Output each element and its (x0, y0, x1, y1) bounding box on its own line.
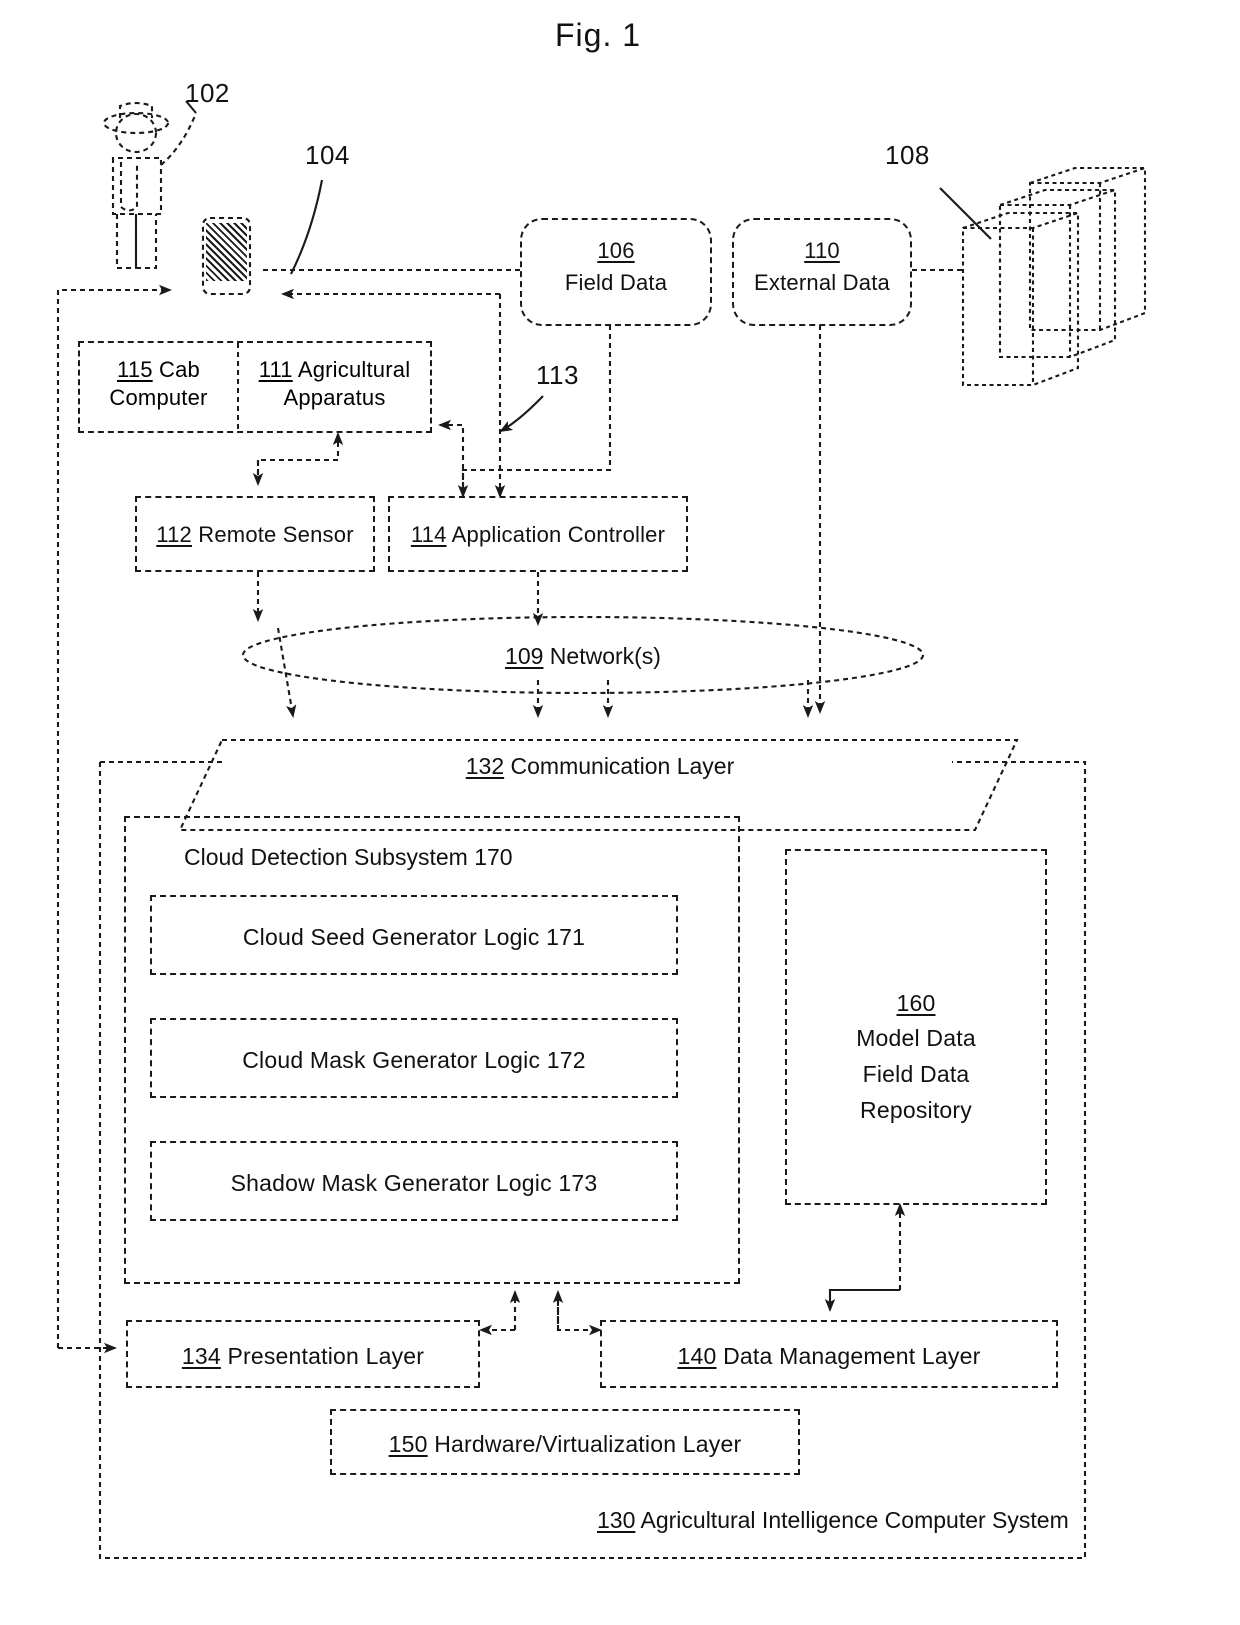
presentation-layer-label: Presentation Layer (227, 1343, 425, 1369)
agricultural-apparatus-label: Agricultural (297, 357, 411, 382)
presentation-layer-number: 134 (181, 1343, 221, 1369)
shadow-mask-generator-label: Shadow Mask Generator Logic (230, 1170, 552, 1196)
node-presentation-layer[interactable]: 134 Presentation Layer (126, 1320, 480, 1388)
node-data-management-layer[interactable]: 140 Data Management Layer (600, 1320, 1058, 1388)
system-title-130: 130 Agricultural Intelligence Computer S… (597, 1506, 1069, 1534)
node-shadow-mask-generator[interactable]: Shadow Mask Generator Logic 173 (150, 1141, 678, 1221)
node-agricultural-apparatus[interactable]: 111 Agricultural Apparatus (239, 356, 430, 411)
cloud-mask-generator-label: Cloud Mask Generator Logic (242, 1047, 541, 1073)
network-number: 109 (505, 643, 544, 669)
cab-computer-number: 115 (117, 357, 153, 382)
node-cab-apparatus-group: 115 Cab Computer 111 Agricultural Appara… (78, 341, 432, 433)
communication-layer-label: Communication Layer (510, 753, 735, 779)
system-130-number: 130 (597, 1507, 636, 1533)
node-application-controller[interactable]: 114 Application Controller (388, 496, 688, 572)
node-external-data[interactable]: 110 External Data (732, 218, 912, 326)
cloud-detection-subsystem-title: Cloud Detection Subsystem 170 (184, 843, 513, 871)
node-communication-layer[interactable]: 132 Communication Layer (466, 752, 734, 780)
repository-line1: Model Data (856, 1025, 976, 1051)
field-data-number: 106 (597, 238, 635, 263)
node-network[interactable]: 109 Network(s) (505, 642, 661, 670)
remote-sensor-label: Remote Sensor (198, 522, 354, 547)
hardware-virtualization-layer-label: Hardware/Virtualization Layer (434, 1431, 742, 1457)
node-model-field-data-repository[interactable]: 160 Model Data Field Data Repository (785, 849, 1047, 1205)
shadow-mask-generator-number: 173 (558, 1170, 598, 1196)
conn-repository-to-datamgmt (824, 1288, 900, 1312)
ref-108: 108 (885, 140, 930, 170)
cab-computer-label: Cab (159, 357, 200, 382)
ref-102: 102 (185, 78, 230, 108)
figure-title: Fig. 1 (554, 17, 642, 53)
node-hardware-virtualization-layer[interactable]: 150 Hardware/Virtualization Layer (330, 1409, 800, 1475)
node-field-data[interactable]: 106 Field Data (520, 218, 712, 326)
communication-layer-number: 132 (465, 753, 505, 779)
cloud-seed-generator-label: Cloud Seed Generator Logic (242, 924, 540, 950)
external-data-number: 110 (804, 238, 840, 263)
repository-line3: Repository (860, 1097, 972, 1123)
cloud-mask-generator-number: 172 (546, 1047, 586, 1073)
repository-line2: Field Data (862, 1061, 970, 1087)
application-controller-label: Application Controller (451, 522, 666, 547)
conn-apparatus-to-sensor-up (256, 432, 344, 484)
application-controller-number: 114 (410, 522, 447, 547)
conn-network-to-commlayer-a (276, 627, 297, 718)
node-remote-sensor[interactable]: 112 Remote Sensor (135, 496, 375, 572)
node-cab-computer[interactable]: 115 Cab Computer (80, 356, 237, 411)
data-management-layer-label: Data Management Layer (723, 1343, 981, 1369)
repository-number: 160 (896, 990, 936, 1016)
conn-datamgmt-to-repository (828, 1203, 906, 1310)
conn-fielddata-to-appcontroller (457, 325, 612, 498)
node-cloud-mask-generator[interactable]: Cloud Mask Generator Logic 172 (150, 1018, 678, 1098)
agricultural-apparatus-label2: Apparatus (283, 384, 386, 410)
server-stack-icon (961, 166, 1147, 387)
system-130-label: Agricultural Intelligence Computer Syste… (640, 1507, 1069, 1533)
remote-sensor-number: 112 (156, 522, 192, 547)
cab-computer-label2: Computer (109, 384, 208, 410)
field-data-label: Field Data (564, 270, 668, 295)
patent-figure-canvas: Fig. 1 102 104 108 113 106 Field Data 11… (0, 0, 1240, 1625)
farmer-person-icon (102, 101, 197, 270)
cloud-detection-subsystem-number: 170 (474, 844, 513, 870)
node-cloud-seed-generator[interactable]: Cloud Seed Generator Logic 171 (150, 895, 678, 975)
hardware-virtualization-layer-number: 150 (388, 1431, 428, 1457)
ref-113: 113 (536, 360, 579, 390)
conn-appctrl-to-apparatus (438, 419, 465, 496)
node-cloud-detection-subsystem: Cloud Detection Subsystem 170 Cloud Seed… (124, 816, 740, 1284)
cloud-detection-subsystem-label: Cloud Detection Subsystem (184, 844, 468, 870)
agricultural-apparatus-number: 111 (258, 357, 293, 382)
network-label: Network(s) (549, 643, 661, 669)
external-data-label: External Data (754, 270, 890, 295)
cloud-seed-generator-number: 171 (546, 924, 586, 950)
conn-subsystem-to-datamgmt (556, 1292, 602, 1336)
data-management-layer-number: 140 (677, 1343, 717, 1369)
ref-104: 104 (305, 140, 350, 170)
mobile-device-screen (206, 223, 247, 281)
